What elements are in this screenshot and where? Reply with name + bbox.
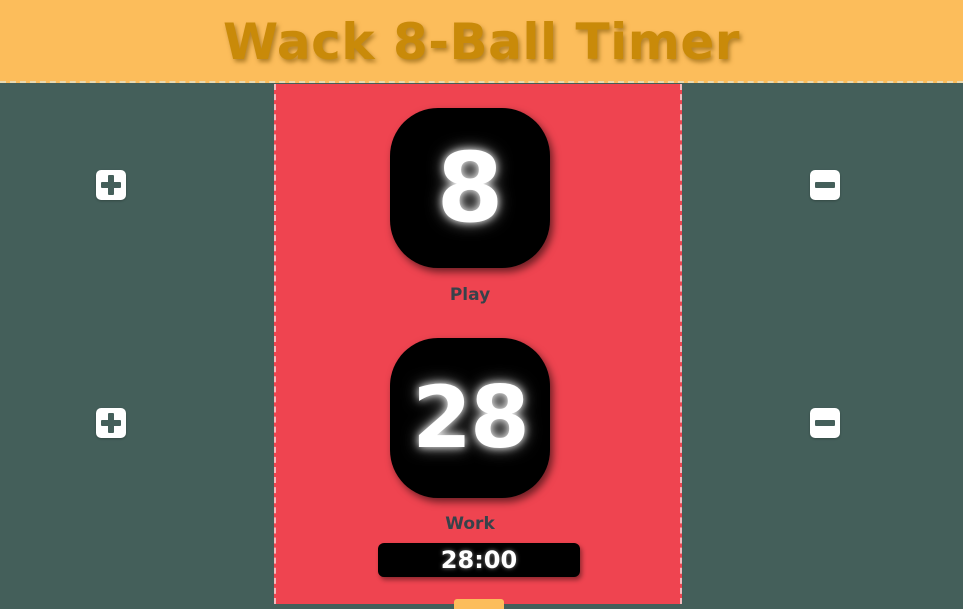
work-increment-button[interactable]	[96, 408, 126, 438]
app-header: Wack 8-Ball Timer	[0, 0, 963, 83]
work-decrement-button[interactable]	[810, 408, 840, 438]
play-label: Play	[449, 285, 491, 305]
play-counter: 8	[390, 108, 550, 268]
app-title: Wack 8-Ball Timer	[223, 12, 740, 71]
left-panel	[0, 84, 274, 602]
play-decrement-button[interactable]	[810, 170, 840, 200]
right-panel	[682, 84, 963, 602]
timer-panel: 8 Play 28 Work 28:00	[274, 84, 682, 609]
play-increment-button[interactable]	[96, 170, 126, 200]
countdown-clock: 28:00	[378, 543, 580, 577]
work-counter: 28	[390, 338, 550, 498]
start-button[interactable]	[454, 599, 504, 609]
work-label: Work	[445, 514, 495, 534]
